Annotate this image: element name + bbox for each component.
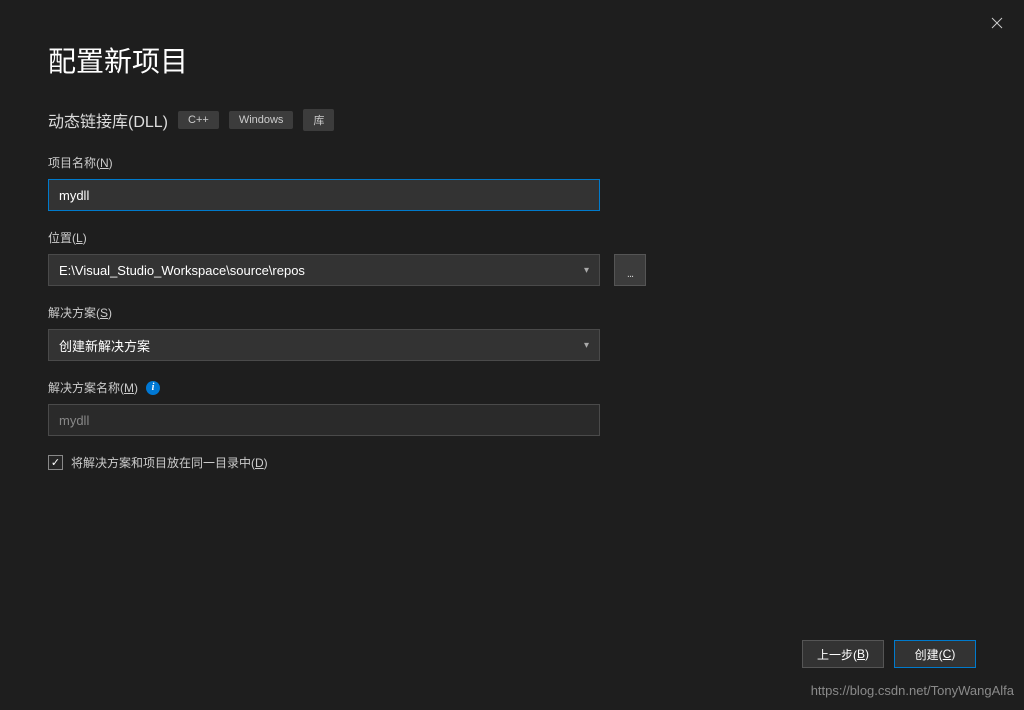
back-button[interactable]: 上一步(B) bbox=[802, 640, 884, 668]
solution-name-label: 解决方案名称(M) bbox=[48, 379, 138, 396]
create-button[interactable]: 创建(C) bbox=[894, 640, 976, 668]
same-directory-label: 将解决方案和项目放在同一目录中(D) bbox=[71, 454, 268, 471]
page-title: 配置新项目 bbox=[48, 40, 976, 80]
subtitle-row: 动态链接库(DLL) C++ Windows 库 bbox=[48, 108, 976, 132]
watermark: https://blog.csdn.net/TonyWangAlfa bbox=[811, 683, 1014, 698]
tag-cpp: C++ bbox=[178, 111, 219, 129]
same-directory-checkbox-row[interactable]: ✓ 将解决方案和项目放在同一目录中(D) bbox=[48, 454, 976, 471]
solution-name-label-row: 解决方案名称(M) i bbox=[48, 379, 976, 396]
project-name-input[interactable] bbox=[48, 179, 600, 211]
tag-library: 库 bbox=[303, 109, 334, 131]
tag-windows: Windows bbox=[229, 111, 294, 129]
close-icon bbox=[991, 17, 1003, 29]
same-directory-checkbox[interactable]: ✓ bbox=[48, 455, 63, 470]
chevron-down-icon: ▾ bbox=[584, 340, 589, 351]
info-icon[interactable]: i bbox=[146, 381, 160, 395]
project-name-group: 项目名称(N) bbox=[48, 154, 976, 211]
solution-combobox[interactable]: 创建新解决方案 ▾ bbox=[48, 329, 600, 361]
location-value: E:\Visual_Studio_Workspace\source\repos bbox=[59, 263, 305, 278]
chevron-down-icon: ▾ bbox=[584, 265, 589, 276]
project-type-subtitle: 动态链接库(DLL) bbox=[48, 108, 168, 132]
checkmark-icon: ✓ bbox=[51, 456, 60, 469]
close-button[interactable] bbox=[982, 8, 1012, 38]
solution-label: 解决方案(S) bbox=[48, 304, 976, 321]
footer-buttons: 上一步(B) 创建(C) bbox=[802, 640, 976, 668]
solution-name-input bbox=[48, 404, 600, 436]
solution-name-group: 解决方案名称(M) i bbox=[48, 379, 976, 436]
location-combobox[interactable]: E:\Visual_Studio_Workspace\source\repos … bbox=[48, 254, 600, 286]
solution-group: 解决方案(S) 创建新解决方案 ▾ bbox=[48, 304, 976, 361]
location-label: 位置(L) bbox=[48, 229, 976, 246]
solution-value: 创建新解决方案 bbox=[59, 336, 150, 355]
project-name-label: 项目名称(N) bbox=[48, 154, 976, 171]
location-group: 位置(L) E:\Visual_Studio_Workspace\source\… bbox=[48, 229, 976, 286]
main-content: 配置新项目 动态链接库(DLL) C++ Windows 库 项目名称(N) 位… bbox=[0, 0, 1024, 491]
browse-label: ... bbox=[627, 268, 633, 280]
location-row: E:\Visual_Studio_Workspace\source\repos … bbox=[48, 254, 976, 286]
browse-button[interactable]: ... bbox=[614, 254, 646, 286]
